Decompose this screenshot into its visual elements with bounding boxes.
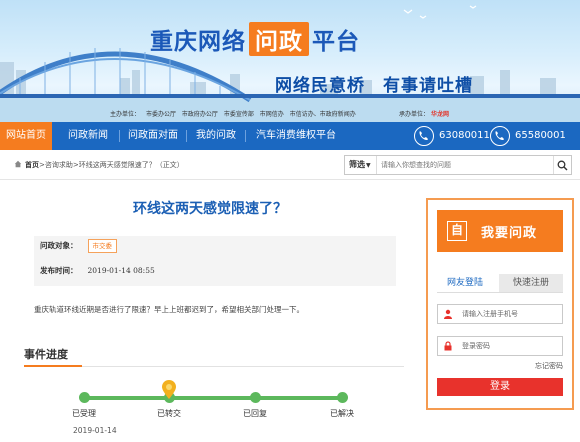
site-slogan: 网络民意桥 有事请吐槽	[275, 76, 473, 96]
stage-date: 2019-01-14	[73, 426, 117, 435]
forgot-password-link[interactable]: 忘记密码	[535, 361, 563, 371]
tab-register[interactable]: 快速注册	[499, 274, 563, 292]
site-title-part2: 平台	[312, 29, 360, 55]
breadcrumb: 首页>咨询求助>环线这两天感觉限速了？（正文）	[14, 160, 184, 170]
nav-divider	[186, 130, 187, 142]
progress-track	[84, 396, 346, 400]
caret-down-icon: ▼	[366, 162, 371, 169]
undertaker-label: 承办单位：	[399, 111, 430, 118]
lock-icon	[444, 341, 452, 351]
nav-divider	[245, 130, 246, 142]
target-row: 问政对象： 市交委	[40, 236, 117, 256]
hotline-number: 65580001	[515, 130, 566, 141]
hotline-number: 63080011	[439, 130, 490, 141]
ask-icon: 自	[447, 221, 467, 241]
search-filter-dropdown[interactable]: 筛选▼	[345, 156, 377, 174]
time-value: 2019-01-14 08:55	[87, 266, 155, 275]
breadcrumb-bar: 首页>咨询求助>环线这两天感觉限速了？（正文） 筛选▼	[0, 150, 580, 180]
ask-question-button[interactable]: 自 我要问政	[437, 210, 563, 252]
sponsor-label: 主办单位：	[110, 111, 141, 118]
progress-node-accepted	[79, 392, 90, 403]
phone-field[interactable]: 请输入注册手机号	[437, 304, 563, 324]
search-box: 筛选▼	[344, 155, 572, 175]
site-title-part1: 重庆网络	[150, 29, 246, 55]
search-icon	[557, 160, 568, 170]
search-filter-label: 筛选	[349, 160, 365, 169]
nav-car-rights[interactable]: 汽车消费维权平台	[256, 122, 336, 150]
sponsor-item: 市信访办、市政府新闻办	[289, 111, 356, 118]
target-label: 问政对象：	[40, 241, 78, 250]
password-field[interactable]: 登录密码	[437, 336, 563, 356]
breadcrumb-path: >咨询求助>环线这两天感觉限速了？（正文）	[39, 161, 184, 169]
stage-label: 已受理	[72, 409, 96, 418]
sponsor-item: 市政府办公厅	[181, 111, 218, 118]
progress-heading-underline	[24, 365, 404, 367]
header-banner: 重庆网络 问政 平台 网络民意桥 有事请吐槽 主办单位： 市委办公厅 市政府办公厅 …	[0, 0, 580, 122]
login-button[interactable]: 登录	[437, 378, 563, 396]
target-tag[interactable]: 市交委	[87, 239, 117, 253]
search-input[interactable]	[381, 157, 545, 173]
site-title-highlight: 问政	[249, 22, 309, 56]
home-icon	[14, 160, 22, 168]
hualong-logo[interactable]: 华龙网	[431, 111, 449, 118]
breadcrumb-home[interactable]: 首页	[25, 160, 39, 169]
search-button[interactable]	[553, 156, 571, 174]
sponsor-list: 主办单位： 市委办公厅 市政府办公厅 市委宣传部 市网信办 市信访办、市政府新闻…	[110, 109, 356, 118]
question-title: 环线这两天感觉限速了？	[133, 201, 287, 217]
user-icon	[444, 309, 452, 319]
site-title: 重庆网络 问政 平台	[150, 22, 360, 56]
question-meta: 问政对象： 市交委 发布时间： 2019-01-14 08:55	[34, 236, 396, 286]
main-nav: 网站首页 问政新闻 问政面对面 我的问政 汽车消费维权平台 63080011 6…	[0, 122, 580, 150]
progress-node-replied	[250, 392, 261, 403]
undertaker: 承办单位： 华龙网	[399, 109, 449, 118]
sponsor-item: 市网信办	[259, 111, 284, 118]
hotline-1: 63080011	[414, 126, 494, 146]
question-body: 重庆轨道环线近期是否进行了限速？早上上班都迟到了，希望相关部门处理一下。	[34, 305, 304, 314]
nav-news[interactable]: 问政新闻	[68, 122, 108, 150]
phone-icon	[490, 126, 510, 146]
stage-label: 已回复	[243, 409, 267, 418]
sponsor-item: 市委办公厅	[145, 111, 176, 118]
login-tabs: 网友登陆 快速注册	[437, 274, 563, 292]
tab-divider	[437, 292, 563, 293]
stage-label: 已解决	[330, 409, 354, 418]
time-row: 发布时间： 2019-01-14 08:55	[40, 261, 155, 281]
progress-node-resolved	[337, 392, 348, 403]
hotline-2: 65580001	[490, 126, 574, 146]
nav-divider	[119, 130, 120, 142]
progress-heading: 事件进度	[24, 348, 68, 361]
password-placeholder: 登录密码	[462, 342, 490, 350]
tab-login[interactable]: 网友登陆	[437, 274, 493, 292]
nav-face-to-face[interactable]: 问政面对面	[128, 122, 178, 150]
nav-my-questions[interactable]: 我的问政	[196, 122, 236, 150]
nav-home[interactable]: 网站首页	[0, 122, 52, 150]
phone-placeholder: 请输入注册手机号	[462, 310, 518, 318]
time-label: 发布时间：	[40, 266, 78, 275]
current-stage-pin-icon	[162, 380, 176, 399]
stage-label: 已转交	[157, 409, 181, 418]
ask-question-label: 我要问政	[481, 226, 538, 241]
phone-icon	[414, 126, 434, 146]
bridge-skyline-illustration	[0, 5, 580, 122]
sponsor-item: 市委宣传部	[223, 111, 254, 118]
login-panel: 自 我要问政 网友登陆 快速注册 请输入注册手机号 登录密码 忘记密码 登录	[426, 198, 574, 410]
